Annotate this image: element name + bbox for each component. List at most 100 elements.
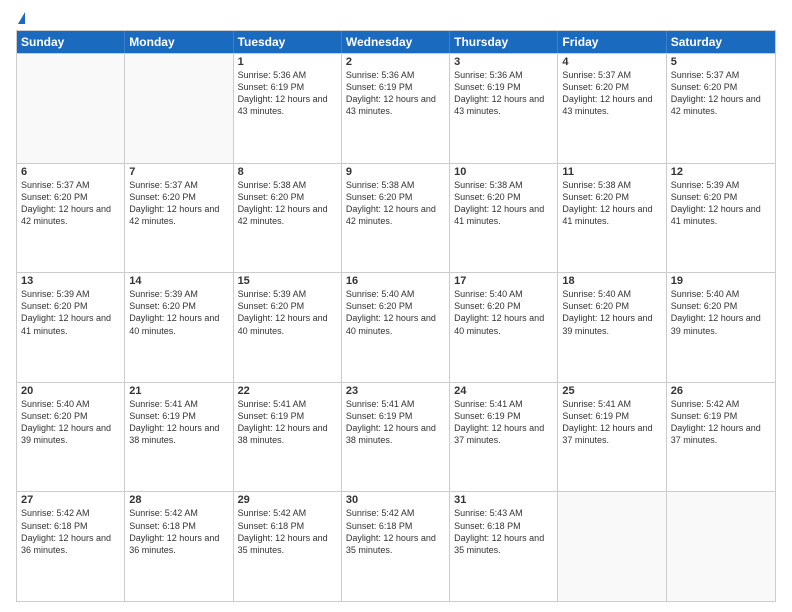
day-info: Sunrise: 5:43 AM Sunset: 6:18 PM Dayligh…: [454, 507, 553, 556]
header-day-saturday: Saturday: [667, 31, 775, 53]
day-number: 26: [671, 385, 771, 397]
day-info: Sunrise: 5:38 AM Sunset: 6:20 PM Dayligh…: [562, 179, 661, 228]
cal-cell: 2Sunrise: 5:36 AM Sunset: 6:19 PM Daylig…: [342, 54, 450, 163]
cal-cell: 24Sunrise: 5:41 AM Sunset: 6:19 PM Dayli…: [450, 383, 558, 492]
day-info: Sunrise: 5:42 AM Sunset: 6:18 PM Dayligh…: [21, 507, 120, 556]
cal-cell: 18Sunrise: 5:40 AM Sunset: 6:20 PM Dayli…: [558, 273, 666, 382]
day-info: Sunrise: 5:38 AM Sunset: 6:20 PM Dayligh…: [454, 179, 553, 228]
cal-cell: 12Sunrise: 5:39 AM Sunset: 6:20 PM Dayli…: [667, 164, 775, 273]
day-number: 10: [454, 166, 553, 178]
cal-cell: 19Sunrise: 5:40 AM Sunset: 6:20 PM Dayli…: [667, 273, 775, 382]
day-info: Sunrise: 5:40 AM Sunset: 6:20 PM Dayligh…: [454, 288, 553, 337]
day-number: 13: [21, 275, 120, 287]
cal-cell: 14Sunrise: 5:39 AM Sunset: 6:20 PM Dayli…: [125, 273, 233, 382]
day-info: Sunrise: 5:42 AM Sunset: 6:18 PM Dayligh…: [129, 507, 228, 556]
day-number: 28: [129, 494, 228, 506]
cal-cell: [667, 492, 775, 601]
cal-cell: 3Sunrise: 5:36 AM Sunset: 6:19 PM Daylig…: [450, 54, 558, 163]
header-day-wednesday: Wednesday: [342, 31, 450, 53]
day-info: Sunrise: 5:36 AM Sunset: 6:19 PM Dayligh…: [454, 69, 553, 118]
day-number: 27: [21, 494, 120, 506]
day-number: 7: [129, 166, 228, 178]
day-info: Sunrise: 5:36 AM Sunset: 6:19 PM Dayligh…: [346, 69, 445, 118]
day-info: Sunrise: 5:39 AM Sunset: 6:20 PM Dayligh…: [238, 288, 337, 337]
day-info: Sunrise: 5:38 AM Sunset: 6:20 PM Dayligh…: [238, 179, 337, 228]
day-info: Sunrise: 5:41 AM Sunset: 6:19 PM Dayligh…: [346, 398, 445, 447]
day-info: Sunrise: 5:37 AM Sunset: 6:20 PM Dayligh…: [562, 69, 661, 118]
header-day-monday: Monday: [125, 31, 233, 53]
cal-cell: 22Sunrise: 5:41 AM Sunset: 6:19 PM Dayli…: [234, 383, 342, 492]
cal-cell: 25Sunrise: 5:41 AM Sunset: 6:19 PM Dayli…: [558, 383, 666, 492]
day-number: 9: [346, 166, 445, 178]
day-info: Sunrise: 5:40 AM Sunset: 6:20 PM Dayligh…: [562, 288, 661, 337]
page: SundayMondayTuesdayWednesdayThursdayFrid…: [0, 0, 792, 612]
day-number: 11: [562, 166, 661, 178]
day-number: 25: [562, 385, 661, 397]
day-number: 15: [238, 275, 337, 287]
cal-cell: [17, 54, 125, 163]
day-info: Sunrise: 5:38 AM Sunset: 6:20 PM Dayligh…: [346, 179, 445, 228]
logo: [16, 12, 25, 24]
day-info: Sunrise: 5:41 AM Sunset: 6:19 PM Dayligh…: [129, 398, 228, 447]
cal-cell: 1Sunrise: 5:36 AM Sunset: 6:19 PM Daylig…: [234, 54, 342, 163]
cal-cell: 15Sunrise: 5:39 AM Sunset: 6:20 PM Dayli…: [234, 273, 342, 382]
calendar-body: 1 Sunrise: 5:36 AM Sunset: 6:19 PM Daylig…: [17, 53, 775, 601]
day-number: 5: [671, 56, 771, 68]
day-number: 16: [346, 275, 445, 287]
header: [16, 12, 776, 24]
day-number: 4: [562, 56, 661, 68]
cal-cell: 7Sunrise: 5:37 AM Sunset: 6:20 PM Daylig…: [125, 164, 233, 273]
week-row-5: 27Sunrise: 5:42 AM Sunset: 6:18 PM Dayli…: [17, 491, 775, 601]
day-info: Sunrise: 5:37 AM Sunset: 6:20 PM Dayligh…: [671, 69, 771, 118]
cal-cell: 11Sunrise: 5:38 AM Sunset: 6:20 PM Dayli…: [558, 164, 666, 273]
day-info: Sunrise: 5:40 AM Sunset: 6:20 PM Dayligh…: [671, 288, 771, 337]
day-info: Sunrise: 5:42 AM Sunset: 6:18 PM Dayligh…: [346, 507, 445, 556]
cal-cell: [125, 54, 233, 163]
day-number: 1: [238, 56, 337, 68]
header-day-tuesday: Tuesday: [234, 31, 342, 53]
cal-cell: 23Sunrise: 5:41 AM Sunset: 6:19 PM Dayli…: [342, 383, 450, 492]
cal-cell: 29Sunrise: 5:42 AM Sunset: 6:18 PM Dayli…: [234, 492, 342, 601]
week-row-3: 13Sunrise: 5:39 AM Sunset: 6:20 PM Dayli…: [17, 272, 775, 382]
week-row-2: 6Sunrise: 5:37 AM Sunset: 6:20 PM Daylig…: [17, 163, 775, 273]
day-info: Sunrise: 5:40 AM Sunset: 6:20 PM Dayligh…: [346, 288, 445, 337]
day-number: 18: [562, 275, 661, 287]
cal-cell: 28Sunrise: 5:42 AM Sunset: 6:18 PM Dayli…: [125, 492, 233, 601]
day-number: 23: [346, 385, 445, 397]
cal-cell: 5Sunrise: 5:37 AM Sunset: 6:20 PM Daylig…: [667, 54, 775, 163]
day-info: Sunrise: 5:39 AM Sunset: 6:20 PM Dayligh…: [21, 288, 120, 337]
day-number: 29: [238, 494, 337, 506]
cal-cell: 30Sunrise: 5:42 AM Sunset: 6:18 PM Dayli…: [342, 492, 450, 601]
day-number: 19: [671, 275, 771, 287]
day-number: 6: [21, 166, 120, 178]
header-day-sunday: Sunday: [17, 31, 125, 53]
cal-cell: 31Sunrise: 5:43 AM Sunset: 6:18 PM Dayli…: [450, 492, 558, 601]
day-info: Sunrise: 5:37 AM Sunset: 6:20 PM Dayligh…: [129, 179, 228, 228]
day-number: 2: [346, 56, 445, 68]
header-day-thursday: Thursday: [450, 31, 558, 53]
day-number: 31: [454, 494, 553, 506]
cal-cell: 27Sunrise: 5:42 AM Sunset: 6:18 PM Dayli…: [17, 492, 125, 601]
day-number: 3: [454, 56, 553, 68]
day-info: Sunrise: 5:37 AM Sunset: 6:20 PM Dayligh…: [21, 179, 120, 228]
day-number: 21: [129, 385, 228, 397]
cal-cell: 13Sunrise: 5:39 AM Sunset: 6:20 PM Dayli…: [17, 273, 125, 382]
cal-cell: 17Sunrise: 5:40 AM Sunset: 6:20 PM Dayli…: [450, 273, 558, 382]
cal-cell: 10Sunrise: 5:38 AM Sunset: 6:20 PM Dayli…: [450, 164, 558, 273]
cal-cell: 21Sunrise: 5:41 AM Sunset: 6:19 PM Dayli…: [125, 383, 233, 492]
logo-triangle-icon: [18, 12, 25, 24]
day-number: 12: [671, 166, 771, 178]
day-number: 8: [238, 166, 337, 178]
cal-cell: 20Sunrise: 5:40 AM Sunset: 6:20 PM Dayli…: [17, 383, 125, 492]
cal-cell: 6Sunrise: 5:37 AM Sunset: 6:20 PM Daylig…: [17, 164, 125, 273]
day-number: 30: [346, 494, 445, 506]
day-info: Sunrise: 5:39 AM Sunset: 6:20 PM Dayligh…: [671, 179, 771, 228]
day-number: 20: [21, 385, 120, 397]
day-info: Sunrise: 5:41 AM Sunset: 6:19 PM Dayligh…: [238, 398, 337, 447]
week-row-1: 1 Sunrise: 5:36 AM Sunset: 6:19 PM Daylig…: [17, 53, 775, 163]
day-info: Sunrise: 5:40 AM Sunset: 6:20 PM Dayligh…: [21, 398, 120, 447]
cal-cell: 9Sunrise: 5:38 AM Sunset: 6:20 PM Daylig…: [342, 164, 450, 273]
day-info: Sunrise: 5:41 AM Sunset: 6:19 PM Dayligh…: [454, 398, 553, 447]
week-row-4: 20Sunrise: 5:40 AM Sunset: 6:20 PM Dayli…: [17, 382, 775, 492]
day-number: 22: [238, 385, 337, 397]
